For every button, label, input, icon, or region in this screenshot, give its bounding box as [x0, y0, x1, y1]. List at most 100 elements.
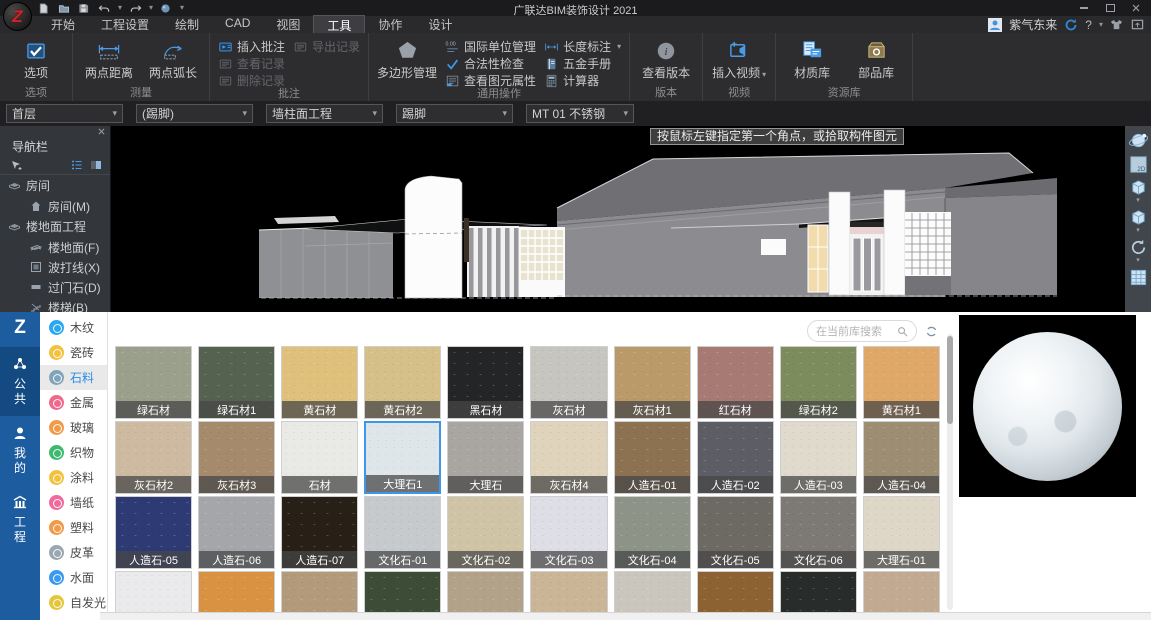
menu-tab-工程设置[interactable]: 工程设置 [88, 15, 162, 35]
material-黄石材2[interactable]: 黄石材2 [364, 346, 441, 419]
ribbon-button-材质库[interactable]: 材质库 [784, 35, 840, 81]
locate-element-icon[interactable] [10, 159, 22, 171]
category-塑料[interactable]: 塑料 [40, 515, 107, 540]
material-灰石材1[interactable]: 灰石材1 [614, 346, 691, 419]
menu-tab-工具[interactable]: 工具 [313, 15, 365, 35]
ribbon-button-两点弧长[interactable]: 两点弧长 [145, 35, 201, 81]
undo-icon[interactable] [98, 2, 111, 14]
menu-tab-设计[interactable]: 设计 [415, 15, 465, 35]
material-人造石-02[interactable]: 人造石-02 [697, 421, 774, 494]
material-人造石-05[interactable]: 人造石-05 [115, 496, 192, 569]
orbit-tool[interactable] [1128, 130, 1149, 151]
tree-group-楼地面工程[interactable]: 楼地面工程 [0, 216, 110, 237]
library-tab-工程[interactable]: 工程 [0, 485, 40, 554]
library-tab-公共[interactable]: 公共 [0, 347, 40, 416]
material-人造石-07[interactable]: 人造石-07 [281, 496, 358, 569]
material-绿石材1[interactable]: 绿石材1 [198, 346, 275, 419]
scrollbar-thumb[interactable] [947, 336, 953, 424]
quick-access-caret-icon[interactable]: ▾ [180, 4, 184, 12]
category-皮革[interactable]: 皮革 [40, 540, 107, 565]
tree-item-房间(M)[interactable]: 房间(M) [0, 196, 110, 216]
ribbon-button-合法性检查[interactable]: 合法性检查 [445, 56, 536, 71]
ribbon-button-插入视频[interactable]: 插入视频▾ [711, 35, 767, 81]
help-caret-icon[interactable]: ▾ [1099, 21, 1103, 29]
category-涂料[interactable]: 涂料 [40, 465, 107, 490]
material-文化石-01[interactable]: 文化石-01 [364, 496, 441, 569]
category-玻璃[interactable]: 玻璃 [40, 415, 107, 440]
style-sphere-icon[interactable] [160, 2, 173, 14]
material-石材[interactable]: 石材 [281, 421, 358, 494]
tree-item-楼地面(F)[interactable]: 楼地面(F) [0, 237, 110, 257]
category-水面[interactable]: 水面 [40, 565, 107, 590]
material-黑石材[interactable]: 黑石材 [447, 346, 524, 419]
material-灰石材2[interactable]: 灰石材2 [115, 421, 192, 494]
material-黄石材1[interactable]: 黄石材1 [863, 346, 940, 419]
tree-list-icon[interactable] [71, 159, 83, 171]
new-file-icon[interactable] [38, 2, 51, 14]
panel-toggle-icon[interactable] [90, 159, 102, 171]
material-灰石材[interactable]: 灰石材 [530, 346, 607, 419]
category-自发光[interactable]: 自发光 [40, 590, 107, 615]
material-文化石-02[interactable]: 文化石-02 [447, 496, 524, 569]
ribbon-button-插入批注[interactable]: 插入批注 [218, 39, 285, 54]
material-大理石[interactable]: 大理石 [447, 421, 524, 494]
ribbon-button-选项[interactable]: 选项 [8, 35, 64, 81]
tree-group-房间[interactable]: 房间 [0, 175, 110, 196]
theme-shirt-icon[interactable] [1110, 18, 1124, 32]
view-3d-tool[interactable]: ▾ [1129, 178, 1148, 204]
material-人造石-03[interactable]: 人造石-03 [780, 421, 857, 494]
ribbon-button-五金手册[interactable]: 五金手册 [544, 56, 621, 71]
rotate-view-tool[interactable]: ▾ [1129, 238, 1148, 264]
minimize-button[interactable] [1079, 3, 1089, 12]
refresh-library-icon[interactable] [925, 325, 938, 338]
library-tab-我的[interactable]: 我的 [0, 416, 40, 485]
material-绿石材[interactable]: 绿石材 [115, 346, 192, 419]
maximize-button[interactable] [1105, 3, 1115, 12]
nav-close-icon[interactable] [98, 128, 105, 138]
menu-tab-视图[interactable]: 视图 [263, 15, 313, 35]
view-3d-alt-tool[interactable]: ▾ [1129, 208, 1148, 234]
menu-tab-CAD[interactable]: CAD [212, 15, 263, 35]
category-石料[interactable]: 石料 [40, 365, 107, 390]
material-人造石-04[interactable]: 人造石-04 [863, 421, 940, 494]
user-name[interactable]: 紫气东来 [1009, 16, 1057, 33]
menu-tab-协作[interactable]: 协作 [365, 15, 415, 35]
category-金属[interactable]: 金属 [40, 390, 107, 415]
material-绿石材2[interactable]: 绿石材2 [780, 346, 857, 419]
category-木纹[interactable]: 木纹 [40, 315, 107, 340]
ribbon-button-查看版本[interactable]: i查看版本 [638, 35, 694, 81]
save-icon[interactable] [78, 2, 91, 14]
material-大理石-01[interactable]: 大理石-01 [863, 496, 940, 569]
category-瓷砖[interactable]: 瓷砖 [40, 340, 107, 365]
material-文化石-03[interactable]: 文化石-03 [530, 496, 607, 569]
material-文化石-06[interactable]: 文化石-06 [780, 496, 857, 569]
sync-icon[interactable] [1064, 18, 1078, 32]
search-input[interactable]: 在当前库搜索 [807, 320, 917, 342]
open-file-icon[interactable] [58, 2, 71, 14]
selection-dropdown-3[interactable]: 墙柱面工程▾ [266, 104, 383, 123]
ribbon-button-计算器[interactable]: 计算器 [544, 73, 621, 88]
material-文化石-04[interactable]: 文化石-04 [614, 496, 691, 569]
app-logo[interactable]: Z [3, 2, 32, 31]
tree-item-波打线(X)[interactable]: 波打线(X) [0, 257, 110, 277]
materials-scrollbar[interactable] [947, 334, 953, 610]
material-灰石材4[interactable]: 灰石材4 [530, 421, 607, 494]
material-大理石1[interactable]: 大理石1 [364, 421, 441, 494]
selection-dropdown-2[interactable]: (踢脚)▾ [136, 104, 253, 123]
menu-tab-绘制[interactable]: 绘制 [162, 15, 212, 35]
ribbon-button-部品库[interactable]: 部品库 [848, 35, 904, 81]
category-织物[interactable]: 织物 [40, 440, 107, 465]
redo-icon[interactable] [129, 2, 142, 14]
tree-item-过门石(D)[interactable]: 过门石(D) [0, 277, 110, 297]
ribbon-button-多边形管理[interactable]: 多边形管理 [377, 35, 437, 81]
search-icon[interactable] [897, 326, 908, 337]
selection-dropdown-5[interactable]: MT 01 不锈钢▾ [526, 104, 634, 123]
ribbon-button-两点距离[interactable]: 两点距离 [81, 35, 137, 81]
selection-dropdown-1[interactable]: 首层▾ [6, 104, 123, 123]
export-frame-icon[interactable] [1131, 18, 1145, 32]
viewport-3d[interactable]: 按鼠标左键指定第一个角点，或拾取构件图元 2D▾▾▾ [111, 126, 1151, 312]
material-文化石-05[interactable]: 文化石-05 [697, 496, 774, 569]
view-2d-tool[interactable]: 2D [1129, 155, 1148, 174]
selection-dropdown-4[interactable]: 踢脚▾ [396, 104, 513, 123]
help-button[interactable]: ? [1085, 18, 1092, 32]
